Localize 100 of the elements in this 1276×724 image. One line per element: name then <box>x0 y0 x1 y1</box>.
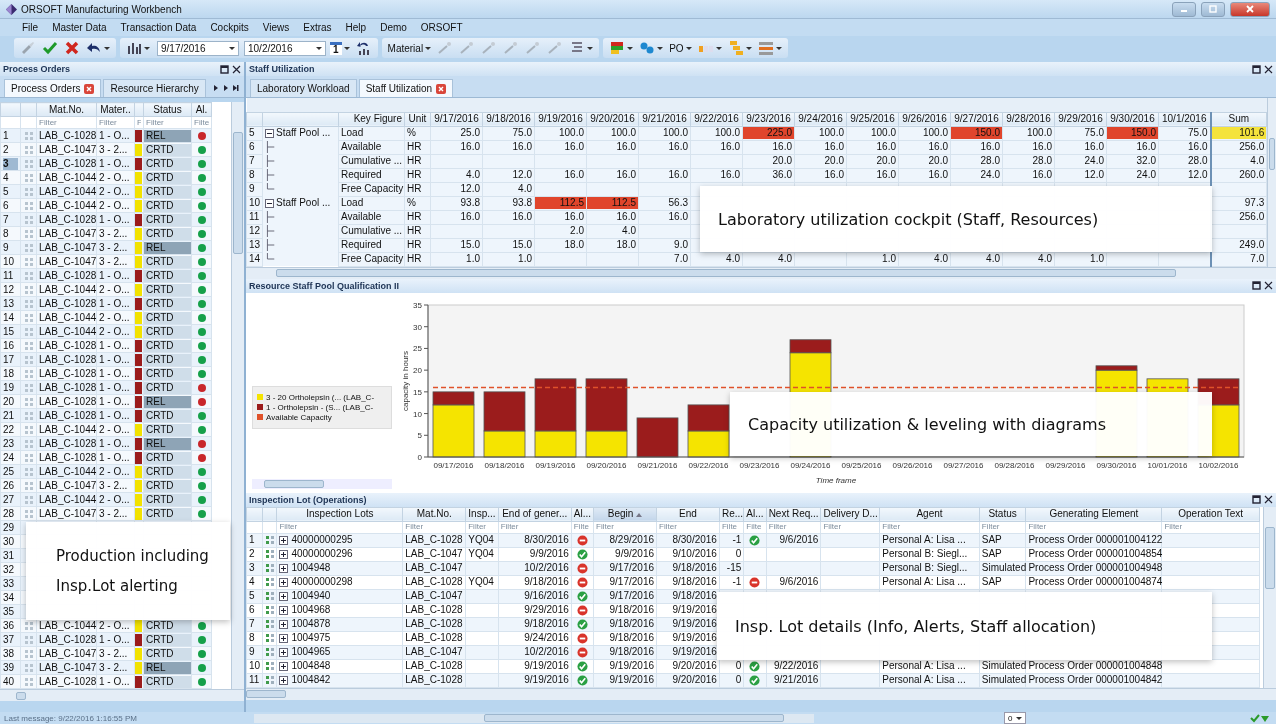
table-cell-text: 24.0 <box>1135 169 1157 181</box>
table-cell: Required <box>341 239 382 250</box>
table-cell: % <box>407 127 416 138</box>
table-cell: HR <box>407 169 422 180</box>
table-cell-text: 249.0 <box>1238 239 1266 251</box>
table-cell: 1004848 <box>291 660 331 672</box>
axis-tick-label: 09/26/2016 <box>892 460 933 470</box>
table-cell-text: 16.0 <box>719 141 741 153</box>
table-cell-text: 4.0 <box>777 253 793 265</box>
table-cell: CRTD <box>144 283 191 296</box>
table-cell: 9/20/2016 <box>672 660 717 671</box>
table-cell-text: 12.0 <box>511 169 533 181</box>
table-cell: 8/29/2016 <box>609 534 654 545</box>
axis-tick-label: 09/22/2016 <box>688 460 729 470</box>
row-number: 1 <box>249 534 255 545</box>
axis-tick-label: 09/29/2016 <box>1045 460 1086 470</box>
table-cell: 150.0 <box>1107 127 1158 139</box>
table-cell: 3 - 2... <box>99 241 128 253</box>
table-cell: Process Order 000001004874 <box>1028 576 1163 587</box>
table-cell: 9/18/2016 <box>672 590 717 601</box>
table-cell: REL <box>144 661 191 674</box>
table-cell: Process Order 000001004122 <box>1028 534 1163 545</box>
panel-title: Staff Utilization <box>249 64 315 74</box>
axis-tick-label: 35 <box>413 300 422 310</box>
pool-label: Staff Pool ... <box>276 127 331 140</box>
row-number: 40 <box>3 675 16 688</box>
table-cell: CRTD <box>144 423 191 436</box>
table-cell: 9/18/2016 <box>609 632 654 643</box>
table-cell-text: 16.0 <box>823 169 845 181</box>
table-cell: LAB_C-1028 <box>405 674 463 685</box>
table-cell: 40000000298 <box>291 576 353 588</box>
table-cell-text: 16.0 <box>979 141 1001 153</box>
table-cell: LAB_C-1047 <box>39 507 97 519</box>
table-cell: 1 - O... <box>99 395 130 407</box>
row-number: 4 <box>3 171 10 184</box>
row-number: 27 <box>3 493 16 506</box>
table-cell-text: 75.0 <box>511 127 533 139</box>
table-cell-text: 16.0 <box>563 141 585 153</box>
table-cell: CRTD <box>144 255 191 268</box>
table-cell-text: 16.0 <box>1187 141 1209 153</box>
table-cell-text: 16.0 <box>875 169 897 181</box>
table-cell: 9/24/2016 <box>524 632 569 643</box>
table-cell: 0 <box>735 674 742 685</box>
table-cell: Free Capacity <box>341 253 404 264</box>
table-cell-text: 16.0 <box>927 169 949 181</box>
table-cell-text: 16.0 <box>511 141 533 153</box>
table-cell: LAB_C-1044 <box>39 325 97 337</box>
panel-title: Process Orders <box>3 64 71 74</box>
axis-tick-label: 09/23/2016 <box>739 460 780 470</box>
table-cell-text: 12.0 <box>1083 169 1105 181</box>
table-cell-text: 4.0 <box>1037 253 1053 265</box>
table-cell: 1 - O... <box>99 269 130 281</box>
table-cell: YQ04 <box>468 576 494 587</box>
row-number: 30 <box>3 535 16 548</box>
table-cell: 1004940 <box>291 590 331 602</box>
table-cell: 1004842 <box>291 674 331 686</box>
table-cell: LAB_C-1047 <box>39 143 97 155</box>
table-cell: CRTD <box>144 311 191 324</box>
table-cell-text: 16.0 <box>875 141 897 153</box>
row-number: 4 <box>249 576 255 587</box>
row-number: 35 <box>3 605 16 618</box>
row-number: 26 <box>3 479 16 492</box>
table-cell-text: 56.3 <box>667 197 689 209</box>
table-cell-text: 16.0 <box>615 141 637 153</box>
row-number: 11 <box>249 674 260 685</box>
table-cell: CRTD <box>144 409 191 422</box>
table-cell: LAB_C-1028 <box>39 675 97 687</box>
table-cell: Personal A: Lisa ... <box>882 534 966 545</box>
table-cell-text: 16.0 <box>563 169 585 181</box>
table-cell: 112.5 <box>535 197 586 209</box>
table-cell: LAB_C-1028 <box>405 604 463 615</box>
table-cell-text: 18.0 <box>563 239 585 251</box>
status-message: Last message: 9/22/2016 1:16:55 PM <box>4 713 138 723</box>
table-cell: 3 - 2... <box>99 661 128 673</box>
axis-title: capacity in hours <box>401 350 410 411</box>
table-cell: 9/29/2016 <box>524 604 569 615</box>
table-cell-text: 15.0 <box>459 239 481 251</box>
table-cell: 40000000296 <box>291 548 353 560</box>
table-cell: CRTD <box>144 493 191 506</box>
table-cell: 1 - O... <box>99 129 130 141</box>
table-cell: 1004878 <box>291 618 331 630</box>
table-cell: 1004948 <box>291 562 331 574</box>
table-cell: CRTD <box>144 381 191 394</box>
table-cell: LAB_C-1028 <box>39 395 97 407</box>
legend-label: 3 - 20 Ortholepsin (... (LAB_C- <box>266 392 375 402</box>
row-number: 38 <box>3 647 16 660</box>
table-cell-text: 16.0 <box>667 141 689 153</box>
table-cell: CRTD <box>144 451 191 464</box>
table-cell: 1 - O... <box>99 339 130 351</box>
table-cell: 3 - 2... <box>99 227 128 239</box>
table-cell: CRTD <box>144 213 191 226</box>
table-cell: HR <box>407 253 422 264</box>
table-cell: LAB_C-1028 <box>405 534 463 545</box>
table-cell: 9/16/2016 <box>524 590 569 601</box>
table-cell-text: 7.0 <box>673 253 689 265</box>
table-cell: LAB_C-1044 <box>39 311 97 323</box>
row-number: 8 <box>249 632 255 643</box>
table-cell: 10/2/2016 <box>524 646 569 657</box>
table-cell: 1004965 <box>291 646 331 658</box>
table-cell: 9/18/2016 <box>609 646 654 657</box>
